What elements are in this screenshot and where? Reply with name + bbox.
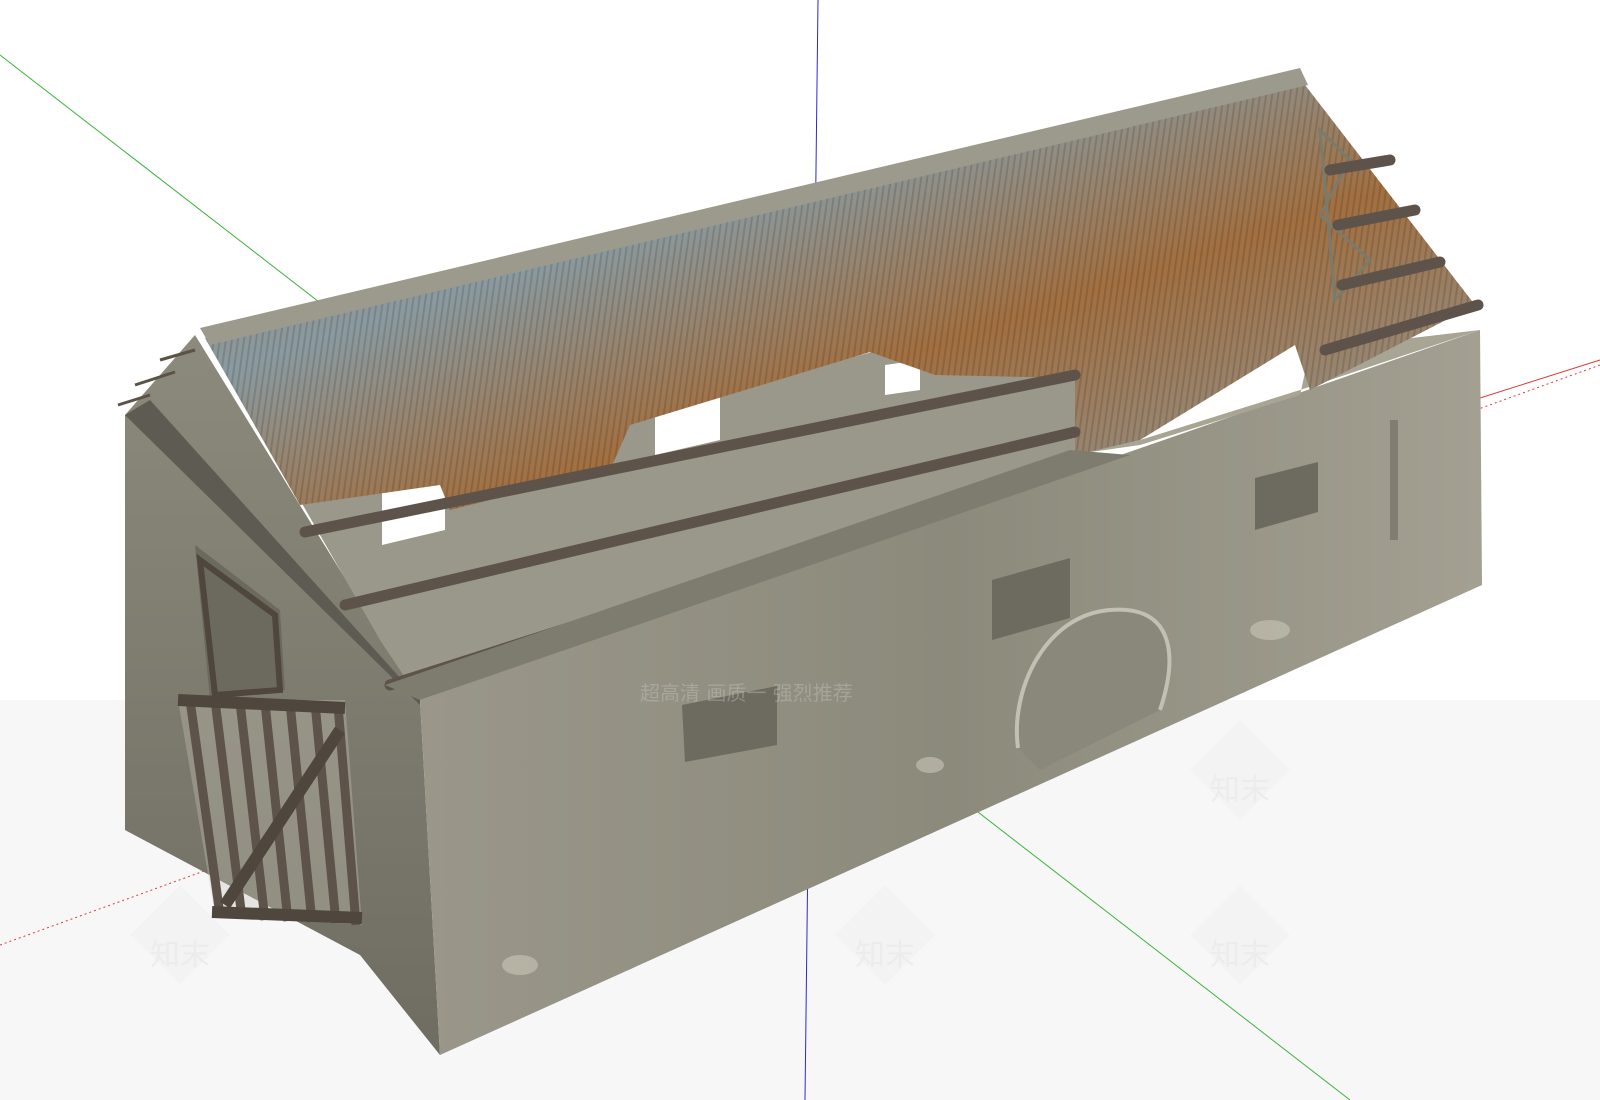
- watermark-text: 知末: [1210, 938, 1270, 973]
- axis-red-x-solid: [1479, 359, 1600, 399]
- watermark-text: 知末: [855, 938, 915, 973]
- watermark-text: 知末: [150, 938, 210, 973]
- overlay-caption: 超高清 画质一 强烈推荐: [640, 681, 853, 705]
- watermark-text: 知末: [1210, 773, 1270, 808]
- sketchup-viewport[interactable]: 知末 知末 知末 知末 知末: [0, 0, 1600, 1100]
